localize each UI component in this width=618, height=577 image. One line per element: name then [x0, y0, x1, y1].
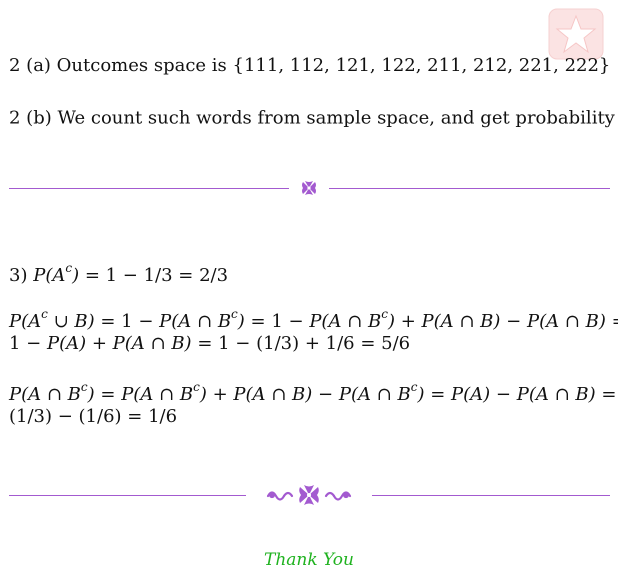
divider-left-1	[9, 188, 289, 189]
question-2a-text: 2 (a) Outcomes space is	[9, 55, 233, 76]
block3-line2: (1/3) − (1/6) = 1/6	[9, 406, 178, 427]
block2-line1: P(Ac ∪ B) = 1 − P(A ∩ Bc) = 1 − P(A ∩ Bc…	[9, 307, 618, 332]
star-badge-icon	[548, 8, 604, 60]
question-2a: 2 (a) Outcomes space is {111, 112, 121, …	[9, 54, 610, 78]
divider-right-2	[372, 495, 610, 496]
swirl-ornament-icon	[266, 485, 352, 505]
outcome-set: {111, 112, 121, 122, 211, 212, 221, 222}	[232, 55, 611, 76]
floral-ornament-icon	[302, 181, 316, 195]
block2-line2: 1 − P(A) + P(A ∩ B) = 1 − (1/3) + 1/6 = …	[9, 333, 411, 354]
thank-you-text: Thank You	[263, 550, 354, 570]
question-2b: 2 (b) We count such words from sample sp…	[9, 100, 618, 137]
divider-left-2	[9, 495, 246, 496]
question-2b-text: 2 (b) We count such words from sample sp…	[9, 107, 615, 129]
block3-line1: P(A ∩ Bc) = P(A ∩ Bc) + P(A ∩ B) − P(A ∩…	[9, 380, 617, 405]
divider-right-1	[329, 188, 610, 189]
question-3-line1: 3) P(Ac) = 1 − 1/3 = 2/3	[9, 261, 229, 286]
